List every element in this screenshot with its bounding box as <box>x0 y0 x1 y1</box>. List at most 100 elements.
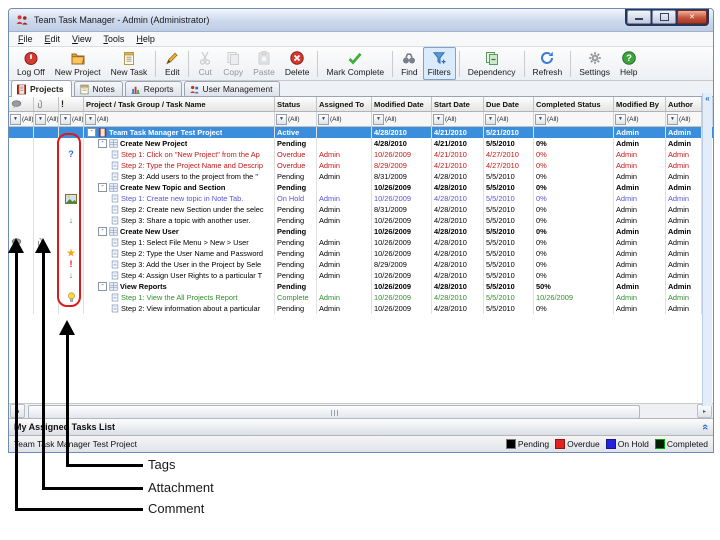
filter-dropdown[interactable]: ▼ <box>60 114 71 125</box>
column-header-modified_by[interactable]: Modified By <box>614 97 666 111</box>
toolbar-settings-button[interactable]: Settings <box>574 47 615 80</box>
scroll-right-arrow[interactable]: ▸ <box>697 404 712 418</box>
column-header-status[interactable]: Status <box>275 97 317 111</box>
cell-author: Admin <box>666 292 702 303</box>
toolbar-delete-button[interactable]: Delete <box>280 47 315 80</box>
toolbar-cut-button[interactable]: Cut <box>192 47 218 80</box>
toolbar-new-task-button[interactable]: New Task <box>106 47 153 80</box>
menu-view[interactable]: View <box>67 33 96 45</box>
filter-dropdown[interactable]: ▼ <box>485 114 496 125</box>
column-header-completed[interactable]: Completed Status <box>534 97 614 111</box>
table-row[interactable]: -Create New Topic and SectionPending10/2… <box>9 182 713 193</box>
table-row[interactable]: Step 1: Create new topic in Note Tab.On … <box>9 193 713 204</box>
cell-modified_by: Admin <box>614 149 666 160</box>
filter-dropdown[interactable]: ▼ <box>10 114 21 125</box>
expand-toggle[interactable]: - <box>87 128 96 137</box>
toolbar-new-project-button[interactable]: New Project <box>50 47 106 80</box>
cell-status: Pending <box>275 182 317 193</box>
cell-attachment <box>34 259 59 270</box>
scroll-left-arrow[interactable]: ◂ <box>10 404 25 418</box>
column-header-priority[interactable]: ! <box>59 97 84 111</box>
expand-toggle[interactable]: - <box>98 139 107 148</box>
tab-notes[interactable]: Notes <box>74 81 123 96</box>
node-task-icon <box>111 293 119 302</box>
collapsed-side-panel-strip[interactable]: « <box>702 93 712 406</box>
column-header-author[interactable]: Author <box>666 97 702 111</box>
arrow-down-icon: ↓ <box>69 271 74 280</box>
assigned-tasks-panel-header[interactable]: My Assigned Tasks List « <box>9 418 713 436</box>
expand-side-panel-icon[interactable]: « <box>705 93 709 406</box>
expand-toggle[interactable]: - <box>98 183 107 192</box>
cell-name: -Create New User <box>84 226 275 237</box>
filter-dropdown[interactable]: ▼ <box>615 114 626 125</box>
column-header-assigned[interactable]: Assigned To <box>317 97 372 111</box>
table-row[interactable]: Step 2: View information about a particu… <box>9 303 713 314</box>
toolbar-button-label: New Project <box>55 67 101 77</box>
scroll-thumb[interactable] <box>28 405 640 419</box>
column-header-attachment[interactable] <box>34 97 59 111</box>
table-row[interactable]: -View ReportsPending10/26/20094/28/20105… <box>9 281 713 292</box>
filter-dropdown[interactable]: ▼ <box>667 114 678 125</box>
filter-dropdown[interactable]: ▼ <box>276 114 287 125</box>
cell-start: 4/21/2010 <box>432 138 484 149</box>
title-bar[interactable]: Team Task Manager - Admin (Administrator… <box>9 9 713 32</box>
toolbar-find-button[interactable]: Find <box>396 47 423 80</box>
close-button[interactable]: ✕ <box>677 10 707 24</box>
table-row[interactable]: -Create New UserPending10/26/20094/28/20… <box>9 226 713 237</box>
table-row[interactable]: -Team Task Manager Test ProjectActive4/2… <box>9 127 713 138</box>
toolbar-mark-complete-button[interactable]: Mark Complete <box>321 47 389 80</box>
filter-dropdown[interactable]: ▼ <box>85 114 96 125</box>
table-row[interactable]: Step 2: Type the Project Name and Descri… <box>9 160 713 171</box>
toolbar-refresh-button[interactable]: Refresh <box>528 47 568 80</box>
table-row[interactable]: -Create New ProjectPending4/28/20104/21/… <box>9 138 713 149</box>
horizontal-scrollbar[interactable]: ◂ ▸ <box>9 404 713 418</box>
expand-panel-icon[interactable]: « <box>700 424 710 430</box>
toolbar-help-button[interactable]: ?Help <box>615 47 642 80</box>
filter-dropdown[interactable]: ▼ <box>318 114 329 125</box>
toolbar-button-label: Filters <box>428 67 451 77</box>
table-row[interactable]: !Step 3: Add the User in the Project by … <box>9 259 713 270</box>
toolbar-filters-button[interactable]: Filters <box>423 47 456 80</box>
menu-help[interactable]: Help <box>131 33 160 45</box>
toolbar-dependency-button[interactable]: Dependency <box>463 47 521 80</box>
toolbar-paste-button[interactable]: Paste <box>248 47 280 80</box>
table-row[interactable]: Step 3: Add users to the project from th… <box>9 171 713 182</box>
toolbar-copy-button[interactable]: Copy <box>218 47 248 80</box>
toolbar-edit-button[interactable]: Edit <box>159 47 185 80</box>
minimize-button[interactable] <box>627 10 651 24</box>
toolbar-button-label: Paste <box>253 67 275 77</box>
filter-dropdown[interactable]: ▼ <box>35 114 46 125</box>
legend-color-swatch <box>555 439 565 449</box>
cell-attachment <box>34 193 59 204</box>
filter-dropdown[interactable]: ▼ <box>535 114 546 125</box>
menu-edit[interactable]: Edit <box>40 33 66 45</box>
restore-button[interactable] <box>652 10 676 24</box>
toolbar-log-off-button[interactable]: Log Off <box>12 47 50 80</box>
tab-reports[interactable]: Reports <box>125 81 182 96</box>
scroll-track[interactable] <box>26 405 696 417</box>
expand-toggle[interactable]: - <box>98 227 107 236</box>
tab-user-management[interactable]: User Management <box>184 81 281 96</box>
column-header-comment[interactable] <box>9 97 34 111</box>
column-header-due[interactable]: Due Date <box>484 97 534 111</box>
table-row[interactable]: ↓Step 4: Assign User Rights to a particu… <box>9 270 713 281</box>
cell-attachment <box>34 160 59 171</box>
filter-dropdown[interactable]: ▼ <box>433 114 444 125</box>
table-row[interactable]: ★Step 2: Type the User Name and Password… <box>9 248 713 259</box>
cell-author: Admin <box>666 204 702 215</box>
table-row[interactable]: Step 1: View the All Projects ReportComp… <box>9 292 713 303</box>
table-row[interactable]: Step 1: Select File Menu > New > UserPen… <box>9 237 713 248</box>
tab-projects[interactable]: Projects <box>11 80 72 97</box>
menu-tools[interactable]: Tools <box>98 33 129 45</box>
column-header-modified[interactable]: Modified Date <box>372 97 432 111</box>
table-row[interactable]: ↓Step 3: Share a topic with another user… <box>9 215 713 226</box>
table-row[interactable]: Step 2: Create new Section under the sel… <box>9 204 713 215</box>
filter-dropdown[interactable]: ▼ <box>373 114 384 125</box>
expand-toggle[interactable]: - <box>98 282 107 291</box>
table-row[interactable]: ?Step 1: Click on "New Project" from the… <box>9 149 713 160</box>
column-header-start[interactable]: Start Date <box>432 97 484 111</box>
cell-due: 5/5/2010 <box>484 138 534 149</box>
column-header-name[interactable]: Project / Task Group / Task Name <box>84 97 275 111</box>
menu-file[interactable]: File <box>13 33 38 45</box>
cell-start: 4/28/2010 <box>432 204 484 215</box>
